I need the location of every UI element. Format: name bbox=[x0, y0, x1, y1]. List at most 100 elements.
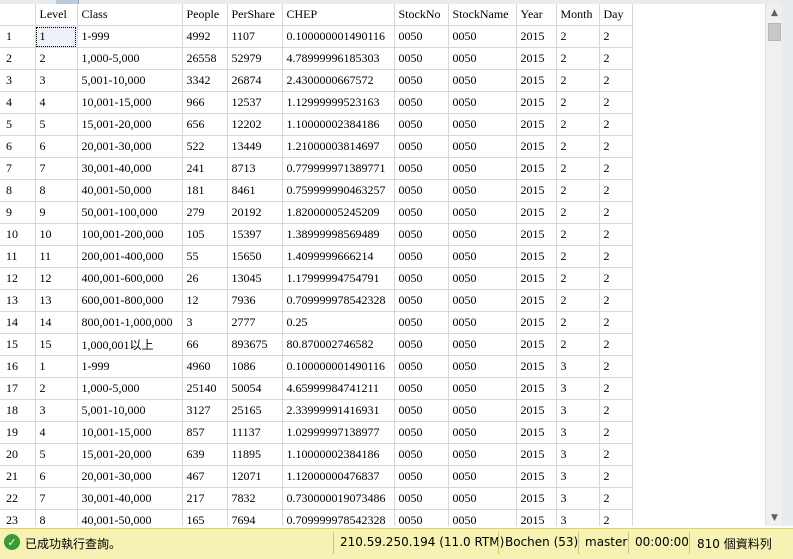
table-cell[interactable]: 7 bbox=[35, 487, 78, 510]
table-cell[interactable]: 10,001-15,000 bbox=[77, 421, 183, 444]
row-number[interactable]: 23 bbox=[0, 509, 36, 526]
column-header[interactable]: Month bbox=[556, 4, 600, 26]
table-cell[interactable]: 13 bbox=[35, 289, 78, 312]
table-cell[interactable]: 25165 bbox=[227, 399, 283, 422]
table-cell[interactable]: 40,001-50,000 bbox=[77, 509, 183, 526]
table-cell[interactable]: 2 bbox=[599, 179, 633, 202]
table-cell[interactable]: 0050 bbox=[394, 377, 449, 400]
table-cell[interactable]: 26874 bbox=[227, 69, 283, 92]
table-cell[interactable]: 11 bbox=[35, 245, 78, 268]
table-cell[interactable]: 0050 bbox=[394, 355, 449, 378]
table-cell[interactable]: 2015 bbox=[516, 377, 557, 400]
table-cell[interactable]: 2 bbox=[556, 91, 600, 114]
table-row[interactable]: 9 9 50,001-100,000 279 20192 1.82000005245209… bbox=[0, 201, 633, 224]
table-cell[interactable]: 6 bbox=[35, 135, 78, 158]
table-cell[interactable]: 6 bbox=[35, 465, 78, 488]
row-number[interactable]: 8 bbox=[0, 179, 36, 202]
table-cell[interactable]: 2015 bbox=[516, 179, 557, 202]
table-row[interactable]: 12 12 400,001-600,000 26 13045 1.179999947547… bbox=[0, 267, 633, 290]
row-number[interactable]: 16 bbox=[0, 355, 36, 378]
table-cell[interactable]: 105 bbox=[182, 223, 228, 246]
table-cell[interactable]: 2015 bbox=[516, 201, 557, 224]
table-cell[interactable]: 1,000-5,000 bbox=[77, 47, 183, 70]
table-cell[interactable]: 0050 bbox=[394, 157, 449, 180]
table-cell[interactable]: 2 bbox=[599, 377, 633, 400]
column-header[interactable]: StockName bbox=[448, 4, 517, 26]
table-cell[interactable]: 10 bbox=[35, 223, 78, 246]
table-cell[interactable]: 2 bbox=[556, 201, 600, 224]
column-header[interactable]: PerShare bbox=[227, 4, 283, 26]
table-cell[interactable]: 2015 bbox=[516, 465, 557, 488]
row-number[interactable]: 19 bbox=[0, 421, 36, 444]
table-row[interactable]: 18 3 5,001-10,000 3127 25165 2.33999991416931… bbox=[0, 399, 633, 422]
table-cell[interactable]: 0050 bbox=[394, 487, 449, 510]
table-cell[interactable]: 3 bbox=[556, 465, 600, 488]
table-cell[interactable]: 15397 bbox=[227, 223, 283, 246]
table-cell[interactable]: 467 bbox=[182, 465, 228, 488]
table-cell[interactable]: 2015 bbox=[516, 157, 557, 180]
table-cell[interactable]: 0050 bbox=[394, 69, 449, 92]
table-cell[interactable]: 5,001-10,000 bbox=[77, 399, 183, 422]
table-cell[interactable]: 2015 bbox=[516, 443, 557, 466]
table-cell[interactable]: 3342 bbox=[182, 69, 228, 92]
table-cell[interactable]: 3 bbox=[556, 487, 600, 510]
table-row[interactable]: 16 1 1-999 4960 1086 0.100000001490116 0050 005… bbox=[0, 355, 633, 378]
table-row[interactable]: 20 5 15,001-20,000 639 11895 1.10000002384186… bbox=[0, 443, 633, 466]
row-number[interactable]: 9 bbox=[0, 201, 36, 224]
table-cell[interactable]: 12071 bbox=[227, 465, 283, 488]
row-number[interactable]: 12 bbox=[0, 267, 36, 290]
table-cell[interactable]: 2 bbox=[599, 355, 633, 378]
corner-cell[interactable] bbox=[0, 4, 36, 26]
table-cell[interactable]: 1-999 bbox=[77, 355, 183, 378]
table-cell[interactable]: 279 bbox=[182, 201, 228, 224]
table-cell[interactable]: 1-999 bbox=[77, 25, 183, 48]
table-cell[interactable]: 0050 bbox=[394, 135, 449, 158]
table-cell[interactable]: 1.38999998569489 bbox=[282, 223, 395, 246]
table-cell[interactable]: 52979 bbox=[227, 47, 283, 70]
table-cell[interactable]: 800,001-1,000,000 bbox=[77, 311, 183, 334]
table-cell[interactable]: 2 bbox=[599, 113, 633, 136]
table-cell[interactable]: 1.82000005245209 bbox=[282, 201, 395, 224]
table-cell[interactable]: 12537 bbox=[227, 91, 283, 114]
table-cell[interactable]: 0050 bbox=[448, 91, 517, 114]
column-header[interactable]: CHEP bbox=[282, 4, 395, 26]
table-row[interactable]: 6 6 20,001-30,000 522 13449 1.21000003814697 0… bbox=[0, 135, 633, 158]
table-cell[interactable]: 0050 bbox=[448, 69, 517, 92]
table-cell[interactable]: 241 bbox=[182, 157, 228, 180]
table-cell[interactable]: 1.21000003814697 bbox=[282, 135, 395, 158]
table-cell[interactable]: 2 bbox=[599, 333, 633, 356]
table-row[interactable]: 13 13 600,001-800,000 12 7936 0.7099999785423… bbox=[0, 289, 633, 312]
table-row[interactable]: 3 3 5,001-10,000 3342 26874 2.4300000667572 00… bbox=[0, 69, 633, 92]
table-cell[interactable]: 0050 bbox=[394, 465, 449, 488]
table-cell[interactable]: 2015 bbox=[516, 47, 557, 70]
table-cell[interactable]: 0050 bbox=[394, 509, 449, 526]
table-cell[interactable]: 1 bbox=[35, 355, 78, 378]
table-cell[interactable]: 80.870002746582 bbox=[282, 333, 395, 356]
table-cell[interactable]: 2 bbox=[556, 267, 600, 290]
table-cell[interactable]: 0050 bbox=[394, 47, 449, 70]
table-cell[interactable]: 2 bbox=[556, 333, 600, 356]
table-cell[interactable]: 15 bbox=[35, 333, 78, 356]
table-cell[interactable]: 2 bbox=[556, 157, 600, 180]
table-cell[interactable]: 7832 bbox=[227, 487, 283, 510]
table-cell[interactable]: 4992 bbox=[182, 25, 228, 48]
table-cell[interactable]: 2 bbox=[599, 311, 633, 334]
table-cell[interactable]: 3 bbox=[556, 355, 600, 378]
table-cell[interactable]: 11895 bbox=[227, 443, 283, 466]
table-cell[interactable]: 0050 bbox=[448, 333, 517, 356]
row-number[interactable]: 18 bbox=[0, 399, 36, 422]
table-cell[interactable]: 0050 bbox=[448, 179, 517, 202]
vertical-scrollbar[interactable]: ▲ ▼ bbox=[765, 4, 783, 526]
table-cell[interactable]: 1,000,001以上 bbox=[77, 333, 183, 356]
table-cell[interactable]: 2015 bbox=[516, 509, 557, 526]
table-row[interactable]: 4 4 10,001-15,000 966 12537 1.12999999523163 0… bbox=[0, 91, 633, 114]
table-cell[interactable]: 0050 bbox=[394, 333, 449, 356]
table-cell[interactable]: 2015 bbox=[516, 91, 557, 114]
scroll-up-arrow-icon[interactable]: ▲ bbox=[766, 4, 783, 21]
table-cell[interactable]: 2 bbox=[599, 91, 633, 114]
table-cell[interactable]: 66 bbox=[182, 333, 228, 356]
table-cell[interactable]: 2.4300000667572 bbox=[282, 69, 395, 92]
row-number[interactable]: 2 bbox=[0, 47, 36, 70]
table-cell[interactable]: 2 bbox=[556, 311, 600, 334]
table-cell[interactable]: 0.709999978542328 bbox=[282, 509, 395, 526]
